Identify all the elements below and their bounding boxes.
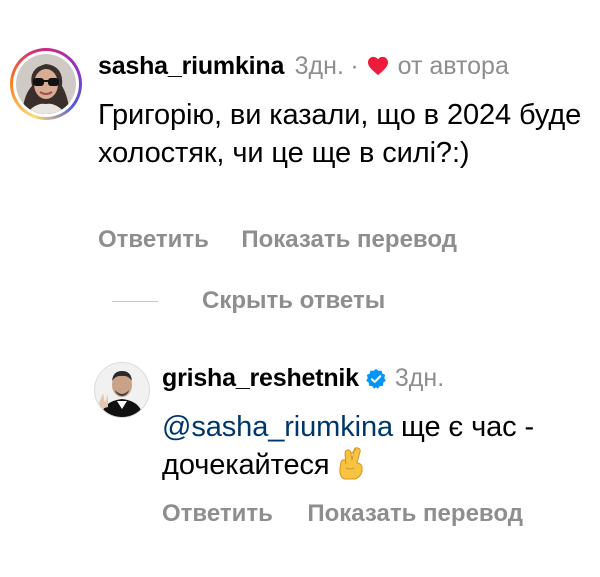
timestamp: 3дн.: [294, 52, 344, 80]
hide-replies-button[interactable]: Скрыть ответы: [202, 287, 385, 315]
username[interactable]: sasha_riumkina: [98, 52, 284, 80]
avatar-grisha[interactable]: [94, 362, 150, 418]
liked-by-author: от автора: [397, 52, 509, 80]
avatar-sasha[interactable]: [10, 48, 82, 120]
reply-text: @sasha_riumkina ще є час - дочекайтеся: [162, 408, 592, 484]
reply-actions: Ответить Показать перевод: [162, 500, 523, 528]
hide-replies-row[interactable]: Скрыть ответы: [112, 287, 385, 315]
comment-text: Григорію, ви казали, що в 2024 буде холо…: [98, 99, 582, 169]
timestamp: 3дн.: [394, 364, 445, 392]
divider-line: [112, 300, 158, 302]
verified-badge-icon: [366, 368, 386, 389]
comment-header: sasha_riumkina 3дн. · от автора: [98, 52, 509, 81]
username[interactable]: grisha_reshetnik: [162, 364, 359, 393]
reply-button[interactable]: Ответить: [162, 500, 273, 527]
comment-actions: Ответить Показать перевод: [98, 226, 457, 254]
show-translation-button[interactable]: Показать перевод: [241, 226, 457, 253]
avatar-image: [16, 54, 76, 114]
reply-button[interactable]: Ответить: [98, 226, 209, 253]
reply-header: grisha_reshetnik 3дн.: [162, 364, 444, 393]
show-translation-button[interactable]: Показать перевод: [307, 500, 523, 527]
separator: ·: [350, 52, 359, 80]
mention-link[interactable]: @sasha_riumkina: [162, 411, 393, 443]
crossed-fingers-emoji: [338, 447, 363, 480]
avatar-image: [95, 363, 149, 417]
heart-icon: [368, 56, 389, 76]
